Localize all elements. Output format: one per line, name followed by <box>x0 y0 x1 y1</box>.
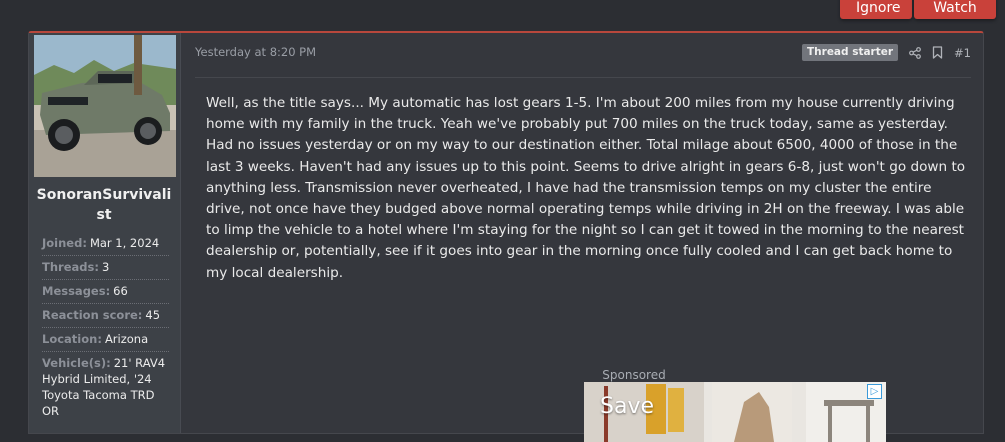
stat-label: Threads: <box>42 260 99 274</box>
stat-value: Mar 1, 2024 <box>89 236 160 250</box>
ad-headline: Save <box>600 394 655 419</box>
user-sidebar: SonoranSurvivalist Joined: Mar 1, 2024 Th… <box>29 33 181 433</box>
post-container: SonoranSurvivalist Joined: Mar 1, 2024 Th… <box>28 31 984 442</box>
avatar[interactable] <box>34 35 176 177</box>
stat-label: Messages: <box>42 284 111 298</box>
stat-value[interactable]: 66 <box>113 284 128 298</box>
stat-label: Reaction score: <box>42 308 143 322</box>
post-date[interactable]: Yesterday at 8:20 PM <box>195 45 316 59</box>
stat-label: Vehicle(s): <box>42 356 111 370</box>
thread-actions: Ignore Watch <box>840 0 996 19</box>
post-actions: Thread starter #1 <box>802 44 971 61</box>
stat-reaction-score: Reaction score: 45 <box>42 304 169 328</box>
stat-threads: Threads: 3 <box>42 256 169 280</box>
post-body: Well, as the title says... My automatic … <box>206 95 966 281</box>
sponsored-label: Sponsored <box>602 368 666 382</box>
watch-button[interactable]: Watch <box>914 0 996 19</box>
stat-joined: Joined: Mar 1, 2024 <box>42 232 169 256</box>
stat-messages: Messages: 66 <box>42 280 169 304</box>
message-main: Yesterday at 8:20 PM Thread starter #1 W… <box>181 33 983 442</box>
bookmark-icon[interactable] <box>932 46 943 59</box>
stat-value: 45 <box>145 308 161 322</box>
stat-label: Joined: <box>42 236 87 250</box>
stat-value: Arizona <box>104 332 149 346</box>
stat-value: 3 <box>101 260 110 274</box>
stat-location: Location: Arizona <box>42 328 169 352</box>
ignore-button[interactable]: Ignore <box>840 0 912 19</box>
post-number-link[interactable]: #1 <box>954 46 971 60</box>
thread-starter-badge: Thread starter <box>802 44 899 61</box>
stat-label: Location: <box>42 332 102 346</box>
sponsored-ad[interactable]: Save ▷ <box>584 382 886 442</box>
stat-vehicles: Vehicle(s): 21' RAV4 Hybrid Limited, '24 … <box>42 352 169 423</box>
adchoices-icon[interactable]: ▷ <box>867 384 882 399</box>
user-stats: Joined: Mar 1, 2024 Threads: 3 Messages: 66… <box>42 232 169 423</box>
message-header: Yesterday at 8:20 PM Thread starter #1 <box>195 33 971 78</box>
share-icon[interactable] <box>909 46 921 59</box>
username[interactable]: SonoranSurvivalist <box>34 185 174 225</box>
